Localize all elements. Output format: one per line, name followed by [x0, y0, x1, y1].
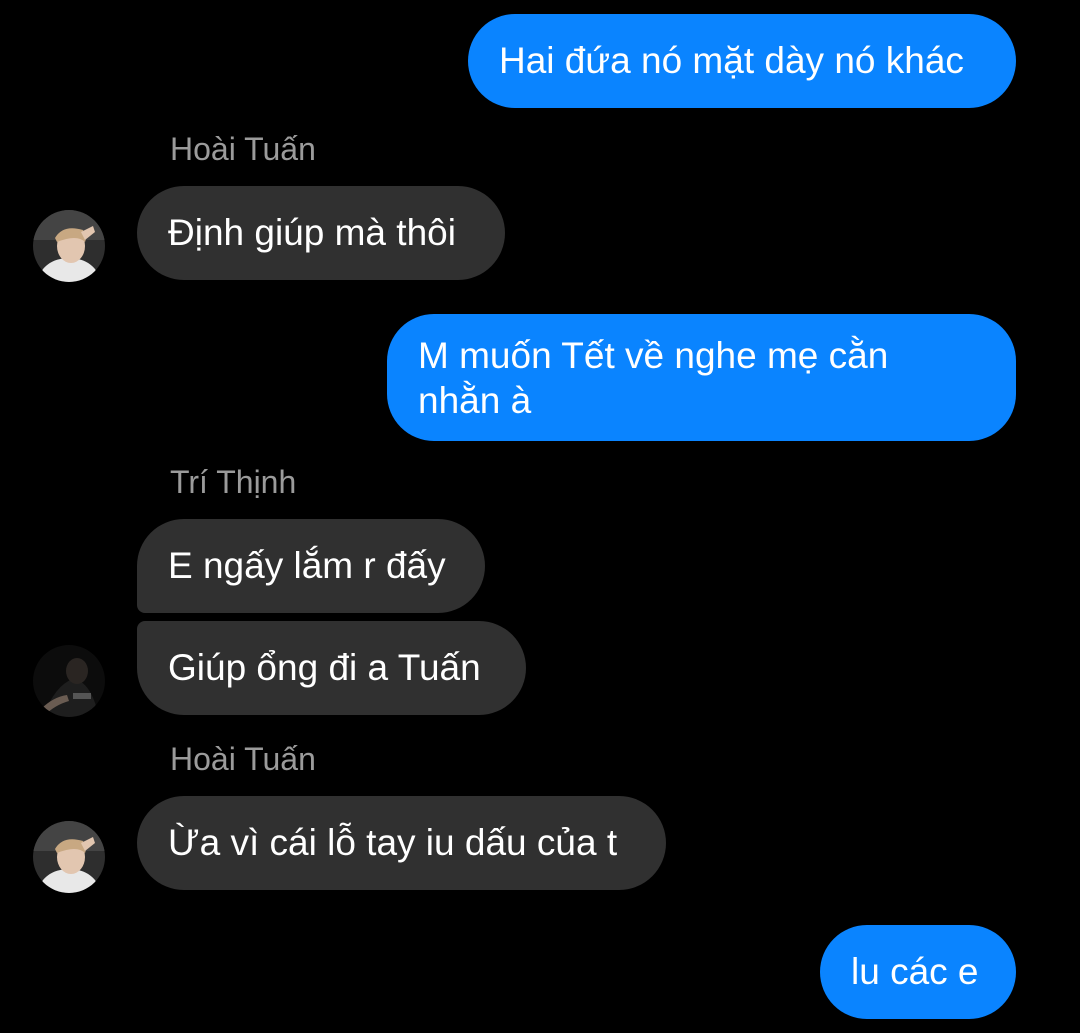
- avatar-hoai-tuan[interactable]: [33, 821, 105, 893]
- message-text: Hai đứa nó mặt dày nó khác: [499, 40, 964, 81]
- avatar-hoai-tuan[interactable]: [33, 210, 105, 282]
- sender-name: Hoài Tuấn: [170, 131, 316, 167]
- message-text-line: M muốn Tết về nghe mẹ cằn: [418, 335, 889, 376]
- message-text: Định giúp mà thôi: [168, 212, 456, 253]
- avatar-tri-thinh[interactable]: [33, 645, 105, 717]
- message-text: Ừa vì cái lỗ tay iu dấu của t: [168, 822, 618, 863]
- sender-name: Hoài Tuấn: [170, 741, 316, 777]
- incoming-message-bubble[interactable]: Giúp ổng đi a Tuấn: [137, 621, 526, 715]
- outgoing-message-bubble[interactable]: Hai đứa nó mặt dày nó khác: [468, 14, 1016, 108]
- message-text: Giúp ổng đi a Tuấn: [168, 647, 481, 688]
- person-avatar-icon: [33, 821, 105, 893]
- person-avatar-icon: [33, 210, 105, 282]
- incoming-message-bubble[interactable]: Ừa vì cái lỗ tay iu dấu của t: [137, 796, 666, 890]
- outgoing-message-bubble[interactable]: M muốn Tết về nghe mẹ cằn nhằn à: [387, 314, 1016, 441]
- message-text-line: nhằn à: [418, 380, 532, 421]
- message-text: E ngấy lắm r đấy: [168, 545, 446, 586]
- sender-name: Trí Thịnh: [170, 464, 297, 500]
- incoming-message-bubble[interactable]: Định giúp mà thôi: [137, 186, 505, 280]
- message-text: lu các e: [851, 951, 979, 992]
- outgoing-message-bubble[interactable]: lu các e: [820, 925, 1016, 1019]
- person-avatar-icon: [33, 645, 105, 717]
- incoming-message-bubble[interactable]: E ngấy lắm r đấy: [137, 519, 485, 613]
